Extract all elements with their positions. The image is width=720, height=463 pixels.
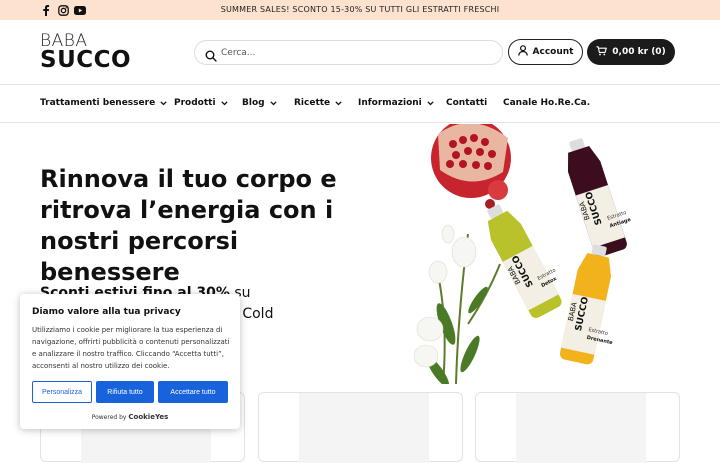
product-card-image: [299, 393, 429, 463]
bottle-antiage: BABA SUCCO Estratto Antiage: [567, 138, 632, 257]
search-icon: [205, 47, 217, 66]
nav-item-blog[interactable]: Blog: [242, 98, 277, 108]
site-header: BABA SUCCO Account 0,00 kr (0): [0, 20, 720, 85]
bottle-drenante: BABA SUCCO Estratto Drenante: [559, 244, 614, 365]
nav-item-contatti[interactable]: Contatti: [446, 98, 487, 108]
chevron-down-icon: [427, 100, 434, 105]
user-icon: [517, 45, 528, 59]
logo-bottom-text: SUCCO: [40, 47, 132, 73]
chevron-down-icon: [335, 100, 342, 105]
product-card-image: [516, 393, 646, 463]
main-nav: Trattamenti benessere Prodotti Blog Rice…: [0, 86, 720, 123]
nav-item-label: Blog: [242, 98, 265, 108]
hero-title: Rinnova il tuo corpo e ritrova l’energia…: [40, 165, 337, 286]
chevron-down-icon: [220, 100, 228, 105]
cookie-title: Diamo valore alla tua privacy: [32, 307, 181, 317]
nav-item-informazioni[interactable]: Informazioni: [358, 98, 434, 108]
nav-item-label: Canale Ho.Re.Ca.: [503, 98, 591, 108]
cookieyes-logo[interactable]: CookieYes: [128, 413, 168, 421]
nav-item-label: Trattamenti benessere: [40, 98, 156, 108]
cart-icon: [596, 45, 608, 59]
product-card[interactable]: [475, 392, 680, 463]
nav-item-trattamenti[interactable]: Trattamenti benessere: [40, 98, 167, 108]
chevron-down-icon: [160, 100, 167, 105]
powered-by-label: Powered by: [91, 414, 127, 421]
hero-product-image: BABA SUCCO Estratto Antiage BABA SUCCO E…: [413, 124, 632, 384]
nav-item-label: Informazioni: [358, 98, 422, 108]
product-card[interactable]: [258, 392, 463, 463]
nav-item-label: Ricette: [294, 98, 331, 108]
nav-item-label: Contatti: [446, 98, 488, 108]
cart-button[interactable]: 0,00 kr (0): [587, 39, 675, 65]
reject-all-button[interactable]: Rifiuta tutto: [96, 381, 154, 403]
nav-item-prodotti[interactable]: Prodotti: [174, 98, 228, 108]
chevron-down-icon: [269, 100, 277, 105]
cart-label: 0,00 kr (0): [612, 47, 666, 57]
powered-by: Powered by CookieYes: [20, 413, 240, 421]
pomegranate-image: [431, 124, 511, 209]
promo-text: SUMMER SALES! SCONTO 15-30% SU TUTTI GLI…: [220, 5, 500, 14]
accept-all-button[interactable]: Accettare tutto: [158, 381, 228, 403]
nav-item-label: Prodotti: [174, 98, 216, 108]
nav-item-horeca[interactable]: Canale Ho.Re.Ca.: [503, 98, 590, 108]
customize-button[interactable]: Personalizza: [32, 381, 92, 403]
search-bar[interactable]: [194, 40, 503, 65]
cookie-description: Utilizziamo i cookie per migliorare la t…: [32, 326, 230, 370]
cookie-consent-banner: Diamo valore alla tua privacy Utilizziam…: [20, 294, 240, 429]
account-label: Account: [532, 47, 574, 57]
bottle-detox: BABA SUCCO Estratto Detox: [487, 204, 562, 318]
account-button[interactable]: Account: [508, 39, 583, 65]
search-input[interactable]: [221, 44, 491, 62]
promo-bar: SUMMER SALES! SCONTO 15-30% SU TUTTI GLI…: [0, 0, 720, 20]
nav-item-ricette[interactable]: Ricette: [294, 98, 342, 108]
